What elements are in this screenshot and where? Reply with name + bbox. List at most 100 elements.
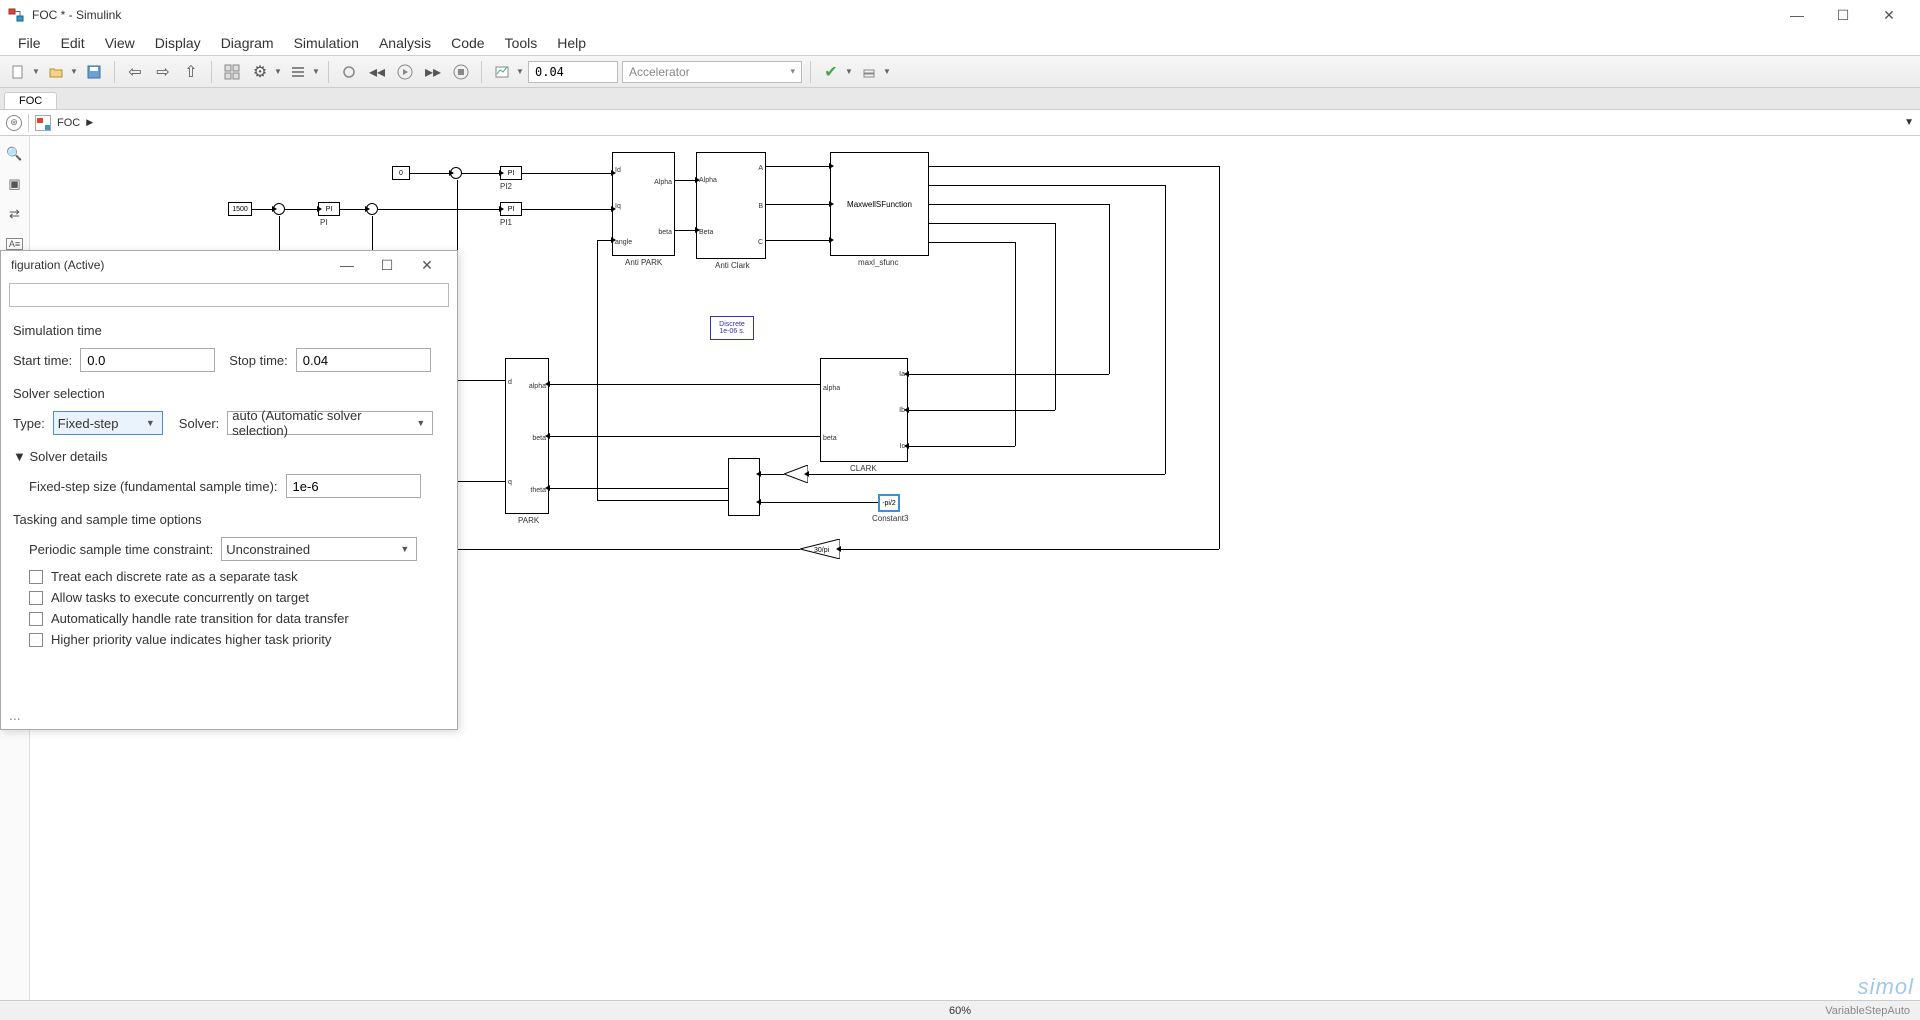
select-periodic[interactable]: Unconstrained▼ [221, 537, 417, 561]
build-button[interactable] [857, 60, 881, 84]
menu-simulation[interactable]: Simulation [284, 35, 369, 51]
menu-help[interactable]: Help [547, 35, 596, 51]
stop-time-input[interactable] [528, 61, 618, 83]
simulink-icon [8, 7, 24, 23]
menu-bar: File Edit View Display Diagram Simulatio… [0, 30, 1920, 56]
config-dialog: figuration (Active) — ☐ ✕ Simulation tim… [0, 250, 458, 730]
label-periodic: Periodic sample time constraint: [29, 542, 213, 557]
zoom-level[interactable]: 60% [949, 1005, 971, 1017]
label-fixed-step: Fixed-step size (fundamental sample time… [29, 479, 278, 494]
checkbox-concurrent[interactable] [29, 591, 43, 605]
label-pi-speed: PI [320, 218, 328, 227]
step-forward-button[interactable]: ▸▸ [421, 60, 445, 84]
block-subsystem[interactable] [728, 458, 760, 516]
block-maxwell-sfunction[interactable]: MaxwellSFunction [830, 152, 929, 256]
block-clark[interactable]: Ia Ib Ic alpha beta [820, 358, 908, 462]
status-bar: 60% VariableStepAuto [0, 1000, 1920, 1020]
maximize-button[interactable]: ☐ [1820, 0, 1866, 30]
dialog-close-button[interactable]: ✕ [407, 251, 447, 279]
block-constant-1500[interactable]: 1500 [228, 202, 252, 216]
input-fixed-step[interactable] [286, 474, 421, 498]
menu-edit[interactable]: Edit [51, 35, 95, 51]
checkbox-separate-task[interactable] [29, 570, 43, 584]
close-button[interactable]: ✕ [1866, 0, 1912, 30]
view-dropdown[interactable]: ▼ [1904, 117, 1914, 128]
section-solver-selection: Solver selection [13, 386, 445, 401]
select-solver-type[interactable]: Fixed-step▼ [53, 411, 163, 435]
status-solver: VariableStepAuto [1825, 1005, 1910, 1017]
section-tasking: Tasking and sample time options [13, 512, 445, 527]
dialog-title: figuration (Active) [11, 258, 104, 272]
new-button[interactable] [6, 60, 30, 84]
select-solver[interactable]: auto (Automatic solver selection)▼ [227, 411, 433, 435]
dialog-more[interactable]: ... [9, 707, 21, 723]
label-pi1: PI1 [500, 218, 512, 227]
label-type: Type: [13, 416, 45, 431]
menu-analysis[interactable]: Analysis [369, 35, 441, 51]
simulation-mode-select[interactable]: Accelerator▾ [622, 61, 802, 83]
model-icon [35, 115, 51, 131]
menu-file[interactable]: File [8, 35, 51, 51]
watermark: simol [1858, 974, 1914, 1000]
label-anti-park: Anti PARK [625, 258, 662, 267]
menu-diagram[interactable]: Diagram [211, 35, 284, 51]
input-start-time[interactable] [80, 348, 215, 372]
library-browser-button[interactable] [220, 60, 244, 84]
open-button[interactable] [44, 60, 68, 84]
dialog-maximize-button[interactable]: ☐ [367, 251, 407, 279]
update-diagram-button[interactable] [337, 60, 361, 84]
breadcrumb-model[interactable]: FOC [57, 117, 80, 129]
tab-foc[interactable]: FOC [4, 92, 57, 109]
tab-bar: FOC [0, 88, 1920, 110]
model-explorer-button[interactable] [286, 60, 310, 84]
label-start-time: Start time: [13, 353, 72, 368]
label-clark: CLARK [850, 464, 877, 473]
label-chk3: Automatically handle rate transition for… [51, 611, 349, 626]
menu-display[interactable]: Display [145, 35, 211, 51]
checkbox-priority[interactable] [29, 633, 43, 647]
svg-text:30/pi: 30/pi [814, 547, 830, 554]
fit-view-icon[interactable]: ▣ [5, 174, 25, 194]
menu-tools[interactable]: Tools [495, 35, 548, 51]
dialog-minimize-button[interactable]: — [327, 251, 367, 279]
label-park: PARK [518, 516, 539, 525]
label-constant-pi2: Constant3 [872, 514, 908, 523]
block-constant-0[interactable]: 0 [392, 166, 410, 180]
section-sim-time: Simulation time [13, 323, 445, 338]
zoom-in-icon[interactable]: 🔍 [5, 144, 25, 164]
block-anti-park[interactable]: Id Iq angle Alpha beta [612, 152, 675, 256]
title-bar: FOC * - Simulink — ☐ ✕ [0, 0, 1920, 30]
input-stop-time[interactable] [296, 348, 431, 372]
block-park[interactable]: d q alpha beta theta [505, 358, 549, 514]
step-back-button[interactable]: ◂◂ [365, 60, 389, 84]
minimize-button[interactable]: — [1774, 0, 1820, 30]
play-button[interactable] [393, 60, 417, 84]
dialog-titlebar[interactable]: figuration (Active) — ☐ ✕ [1, 251, 457, 279]
window-title: FOC * - Simulink [32, 8, 1774, 22]
label-stop-time: Stop time: [229, 353, 288, 368]
up-button[interactable]: ⇧ [179, 60, 203, 84]
stop-button[interactable] [449, 60, 473, 84]
hide-browser-button[interactable]: ⊛ [6, 115, 22, 131]
collapse-solver-details[interactable]: ▼ Solver details [13, 449, 445, 464]
toolbar: ▼ ▼ ⇦ ⇨ ⇧ ⚙▼ ▼ ◂◂ ▸▸ ▼ Accelerator▾ ✔▼ ▼ [0, 56, 1920, 88]
forward-button[interactable]: ⇨ [151, 60, 175, 84]
menu-view[interactable]: View [95, 35, 145, 51]
label-chk4: Higher priority value indicates higher t… [51, 632, 331, 647]
scope-button[interactable] [490, 60, 514, 84]
explorer-bar: ⊛ FOC ▶ ▼ [0, 110, 1920, 136]
back-button[interactable]: ⇦ [123, 60, 147, 84]
menu-code[interactable]: Code [441, 35, 494, 51]
model-config-button[interactable]: ⚙ [248, 60, 272, 84]
label-maxwell: maxl_sfunc [858, 258, 898, 267]
label-anti-clark: Anti Clark [715, 261, 750, 270]
block-powergui[interactable]: Discrete 1e-06 s. [710, 316, 754, 340]
save-button[interactable] [82, 60, 106, 84]
check-button[interactable]: ✔ [819, 60, 843, 84]
dialog-search-input[interactable] [9, 283, 449, 307]
block-constant-pi2[interactable]: -pi/2 [878, 494, 900, 512]
checkbox-rate-transition[interactable] [29, 612, 43, 626]
block-anti-clark[interactable]: Alpha Beta A B C [696, 152, 766, 259]
block-gain-30pi[interactable]: 30/pi [800, 539, 840, 559]
signal-icon[interactable]: ⇄ [5, 204, 25, 224]
